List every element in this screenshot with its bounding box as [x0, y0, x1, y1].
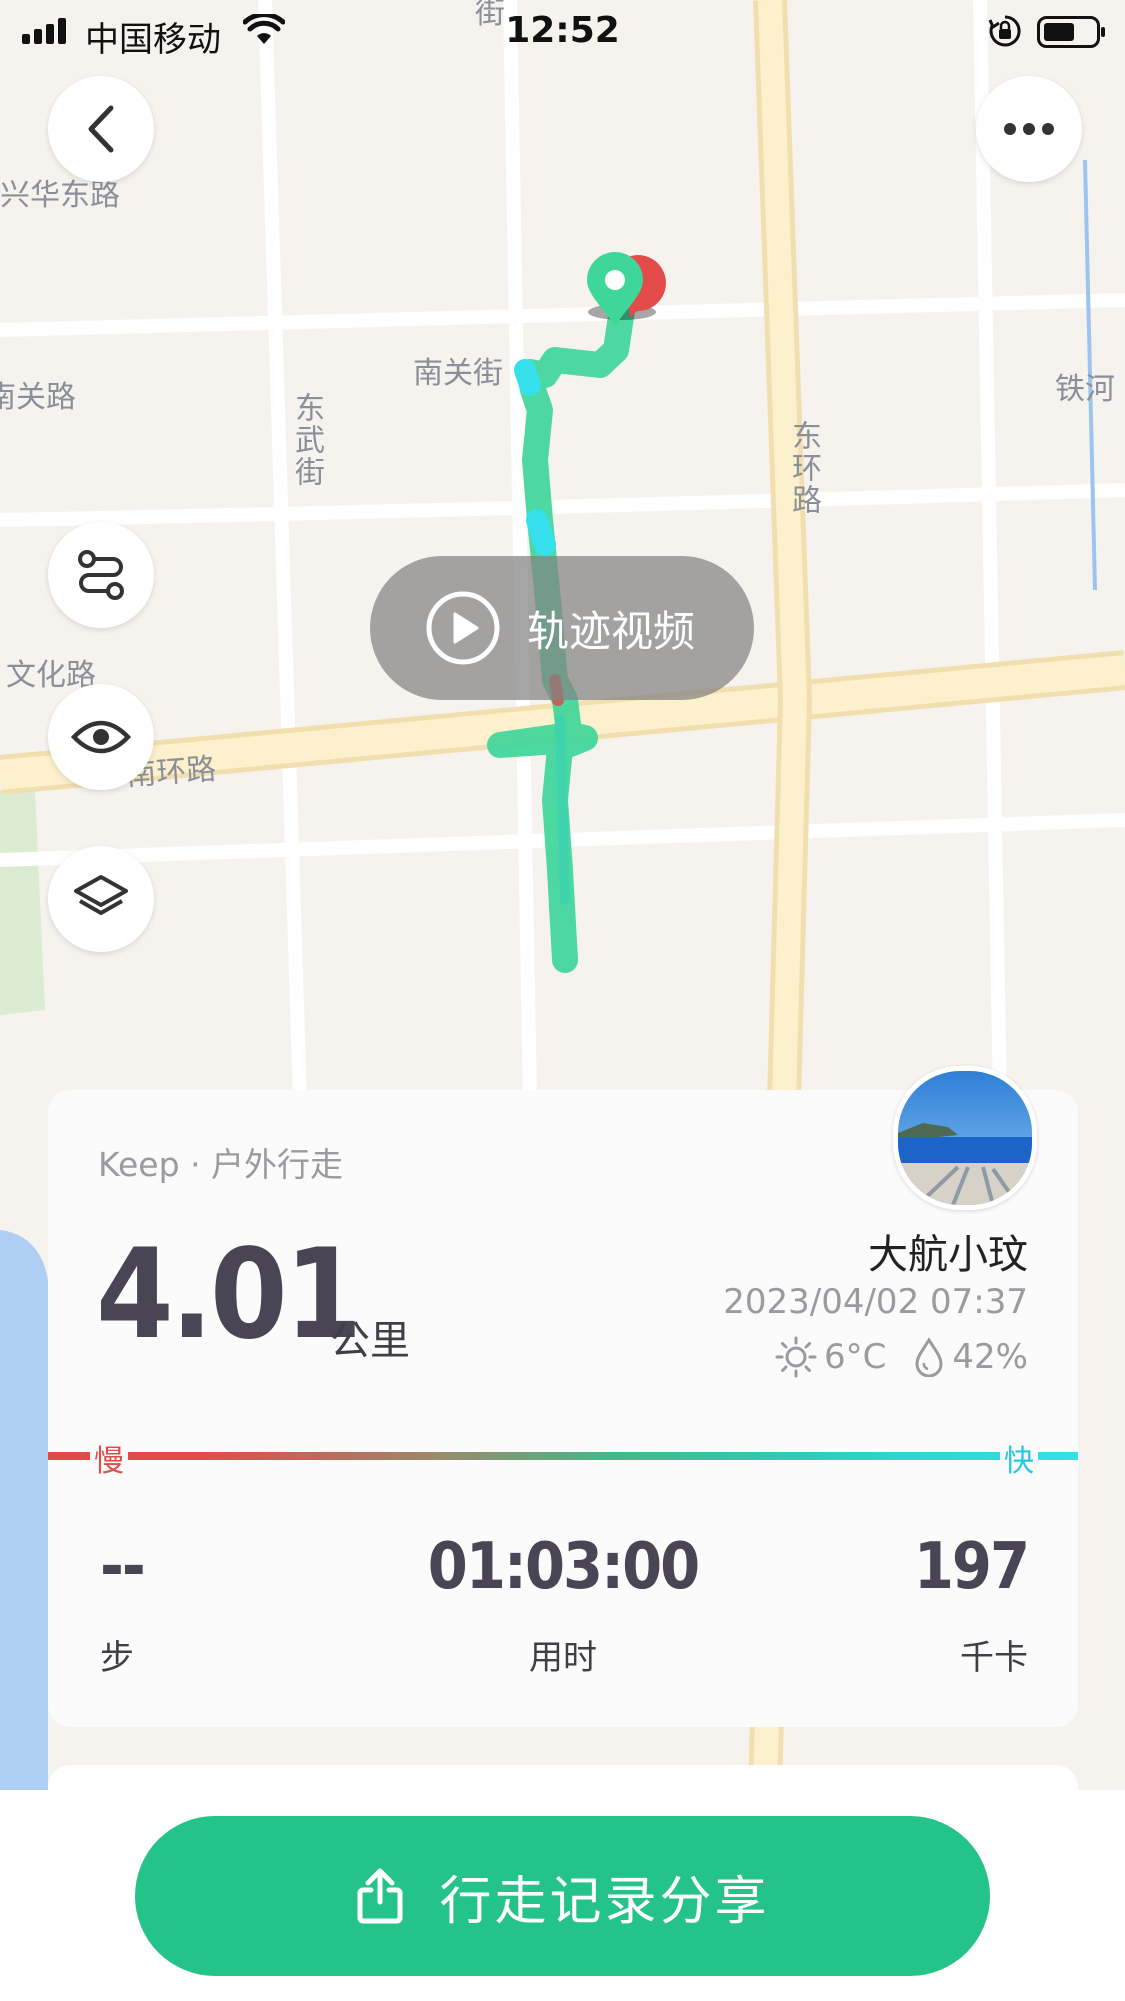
chevron-left-icon [88, 105, 114, 153]
distance-value: 4.01 [96, 1223, 362, 1367]
layers-button[interactable] [48, 846, 154, 952]
status-time: 12:52 [505, 10, 620, 51]
track-video-button[interactable]: 轨迹视频 [370, 556, 754, 700]
back-button[interactable] [48, 76, 154, 182]
distance-unit: 公里 [330, 1318, 410, 1364]
user-name[interactable]: 大航小玟 [868, 1222, 1028, 1280]
map-label-road: 东武街 [289, 392, 324, 488]
workout-source: Keep · 户外行走 [98, 1145, 344, 1184]
play-icon [426, 591, 500, 665]
pace-gradient-bar [48, 1452, 1078, 1460]
eye-icon [71, 720, 131, 754]
more-dots-icon [1004, 123, 1054, 135]
map-label-road: 铁河 [1055, 372, 1115, 407]
more-button[interactable] [976, 76, 1082, 182]
share-icon [357, 1868, 403, 1924]
pace-slow-label: 慢 [90, 1436, 128, 1480]
start-pin-icon [587, 252, 643, 326]
track-video-label: 轨迹视频 [527, 606, 696, 656]
sun-icon [775, 1336, 817, 1378]
battery-icon [1037, 16, 1105, 48]
bottom-bar: 行走记录分享 [0, 1790, 1125, 2001]
pace-fast-label: 快 [1000, 1436, 1038, 1480]
workout-summary-card: Keep · 户外行走 4.01 公里 大航小玟 2023/04/02 07:3… [48, 1066, 1078, 1727]
avatar[interactable] [893, 1066, 1037, 1210]
route-icon [78, 550, 124, 600]
share-record-label: 行走记录分享 [439, 1871, 770, 1932]
share-record-button[interactable]: 行走记录分享 [135, 1816, 990, 1976]
map-label-road: 南关路 [0, 380, 76, 415]
workout-datetime: 2023/04/02 07:37 [723, 1282, 1028, 1322]
humidity-drop-icon [915, 1337, 943, 1377]
duration-label: 用时 [529, 1638, 597, 1678]
route-mode-button[interactable] [48, 522, 154, 628]
visibility-button[interactable] [48, 684, 154, 790]
humidity-value: 42% [952, 1337, 1028, 1377]
weather-info: 6°C 42% [746, 1335, 1028, 1379]
map-label-road: 南关街 [413, 356, 503, 391]
orientation-lock-icon [988, 15, 1021, 47]
layers-icon [74, 875, 128, 915]
calories-value: 197 [913, 1530, 1030, 1604]
calories-label: 千卡 [960, 1638, 1028, 1678]
status-bar: 中国移动 12:52 [0, 0, 1125, 60]
map-label-road: 东环路 [786, 420, 821, 516]
avatar-image [898, 1071, 1032, 1205]
temperature-value: 6°C [824, 1337, 887, 1377]
